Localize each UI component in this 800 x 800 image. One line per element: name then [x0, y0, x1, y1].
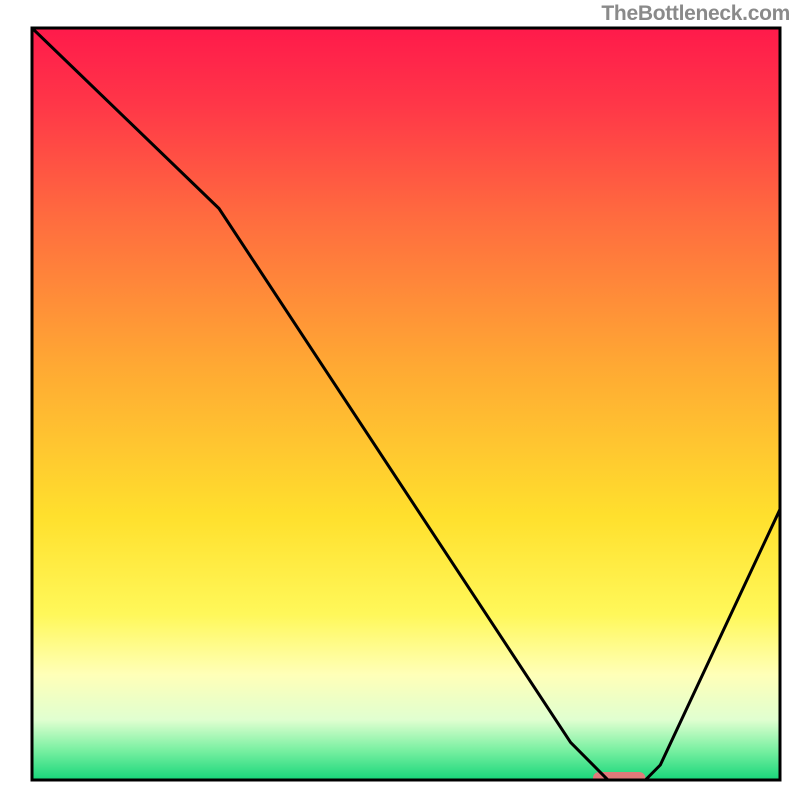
watermark-text: TheBottleneck.com [601, 2, 790, 26]
bottleneck-chart [0, 0, 800, 800]
gradient-background [32, 28, 780, 780]
